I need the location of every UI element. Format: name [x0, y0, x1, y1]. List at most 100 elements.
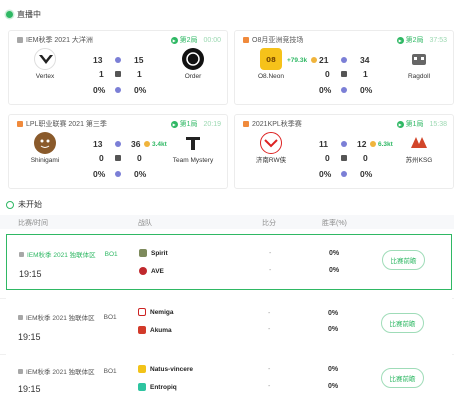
- preview-button[interactable]: 比赛前瞻: [382, 250, 425, 270]
- score: 11: [319, 139, 328, 149]
- win-pct: 0%: [134, 169, 147, 179]
- league-icon: [17, 121, 23, 127]
- row-team2[interactable]: AVE: [139, 267, 164, 275]
- tower-icon: [341, 155, 347, 161]
- team-right[interactable]: Order: [169, 48, 217, 81]
- play-icon: ▶: [396, 120, 404, 128]
- col-match: 比赛/时间: [18, 220, 48, 227]
- gold-icon: [144, 141, 150, 147]
- pct-icon: [341, 171, 347, 177]
- row-odds: 0%: [328, 366, 339, 373]
- league-icon: [243, 121, 249, 127]
- card-league: IEM秋季 2021 大洋洲: [17, 35, 93, 45]
- table-row[interactable]: IEM秋季 2021 独联体区 BO1 19:15 Spirit AVE - - …: [6, 234, 452, 290]
- gold-icon: [311, 57, 317, 63]
- preview-button[interactable]: 比赛前瞻: [381, 368, 424, 388]
- row-team2[interactable]: Akuma: [138, 326, 172, 334]
- row-team1[interactable]: Nemiga: [138, 308, 173, 316]
- team-logo: [34, 48, 56, 70]
- score: 15: [134, 55, 144, 65]
- row-time: 19:15: [18, 384, 41, 394]
- kills-icon: [115, 141, 121, 147]
- live-match-card[interactable]: 2021KPL秋季赛 ▶ 第1局 15:38 济南RW侠 11 12 6.3kt …: [234, 114, 454, 189]
- row-odds: 0%: [328, 310, 339, 317]
- col-score: 比分: [262, 220, 276, 227]
- row-league: IEM秋季 2021 独联体区 BO1: [18, 312, 117, 322]
- tower-icon: [115, 155, 121, 161]
- row-time: 19:15: [18, 332, 41, 342]
- team-name: Vertex: [35, 73, 55, 80]
- table-row[interactable]: IEM秋季 2021 独联体区 BO1 19:15 Nemiga Akuma - …: [6, 298, 452, 354]
- row-team2[interactable]: Entropiq: [138, 383, 177, 391]
- row-league: IEM秋季 2021 独联体区 BO1: [19, 249, 118, 259]
- gold-gain: 3.4kt: [152, 141, 167, 148]
- row-odds: 0%: [329, 250, 340, 257]
- team-name: Team Mystery: [172, 157, 214, 164]
- score: 1: [363, 69, 368, 79]
- team-name: 苏州KSG: [405, 157, 433, 164]
- live-section-header: 直播中: [6, 9, 41, 20]
- team-right[interactable]: Ragdoll: [395, 48, 443, 81]
- score: 0: [99, 153, 104, 163]
- score: 36: [131, 139, 141, 149]
- kills-icon: [341, 141, 347, 147]
- card-status: ▶ 第2局 37:53: [396, 36, 447, 44]
- team-logo: [182, 132, 204, 154]
- row-score: -: [269, 250, 272, 257]
- league-icon: [18, 314, 23, 320]
- card-status: ▶ 第1局 20:19: [170, 120, 221, 128]
- score: 12: [357, 139, 367, 149]
- live-match-card[interactable]: O8月亚洲竞技场 ▶ 第2局 37:53 08 O8.Neon +79.3k 21…: [234, 30, 454, 105]
- team-logo: [260, 132, 282, 154]
- team-logo: 08: [260, 48, 282, 70]
- score: 0: [325, 153, 330, 163]
- team-name: O8.Neon: [257, 73, 285, 80]
- live-dot-icon: [6, 11, 13, 18]
- col-odds: 胜率(%): [322, 220, 347, 227]
- team-logo: [408, 132, 430, 154]
- score: 13: [93, 55, 103, 65]
- preview-button[interactable]: 比赛前瞻: [381, 313, 424, 333]
- card-status: ▶ 第2局 00:00: [170, 36, 221, 44]
- score: 34: [360, 55, 370, 65]
- row-team1[interactable]: Natus-vincere: [138, 365, 193, 373]
- row-score: -: [268, 366, 271, 373]
- row-team1[interactable]: Spirit: [139, 249, 168, 257]
- live-match-card[interactable]: LPL职业联赛 2021 第三季 ▶ 第1局 20:19 Shinigami 13…: [8, 114, 228, 189]
- team-name: Ragdoll: [407, 73, 431, 80]
- score: 0: [137, 153, 142, 163]
- team-right[interactable]: Team Mystery: [169, 132, 217, 165]
- win-pct: 0%: [360, 85, 373, 95]
- team-left[interactable]: 济南RW侠: [247, 132, 295, 165]
- win-pct: 0%: [319, 85, 332, 95]
- play-icon: ▶: [170, 120, 178, 128]
- league-icon: [17, 37, 23, 43]
- gold-gain: 6.3kt: [378, 141, 393, 148]
- table-row[interactable]: IEM秋季 2021 独联体区 BO1 19:15 Natus-vincere E…: [6, 354, 452, 404]
- live-section-title: 直播中: [17, 10, 41, 19]
- row-score: -: [268, 383, 271, 390]
- team-left[interactable]: 08 O8.Neon: [247, 48, 295, 81]
- league-icon: [19, 251, 24, 257]
- team-left[interactable]: Shinigami: [21, 132, 69, 165]
- team-logo: [139, 267, 147, 275]
- team-logo: [139, 249, 147, 257]
- kills-icon: [341, 57, 347, 63]
- team-left[interactable]: Vertex: [21, 48, 69, 81]
- gold-icon: [370, 141, 376, 147]
- table-header: 比赛/时间 战队 比分 胜率(%): [0, 215, 454, 229]
- score: 1: [99, 69, 104, 79]
- win-pct: 0%: [93, 85, 106, 95]
- team-name: Shinigami: [30, 157, 60, 164]
- team-right[interactable]: 苏州KSG: [395, 132, 443, 165]
- card-league: O8月亚洲竞技场: [243, 35, 303, 45]
- gold-gain: +79.3k: [287, 57, 308, 64]
- league-icon: [243, 37, 249, 43]
- play-icon: ▶: [396, 36, 404, 44]
- card-status: ▶ 第1局 15:38: [396, 120, 447, 128]
- score: 0: [363, 153, 368, 163]
- row-odds: 0%: [329, 267, 340, 274]
- score: 1: [137, 69, 142, 79]
- live-match-card[interactable]: IEM秋季 2021 大洋洲 ▶ 第2局 00:00 Vertex 13 15 1…: [8, 30, 228, 105]
- team-logo: [408, 48, 430, 70]
